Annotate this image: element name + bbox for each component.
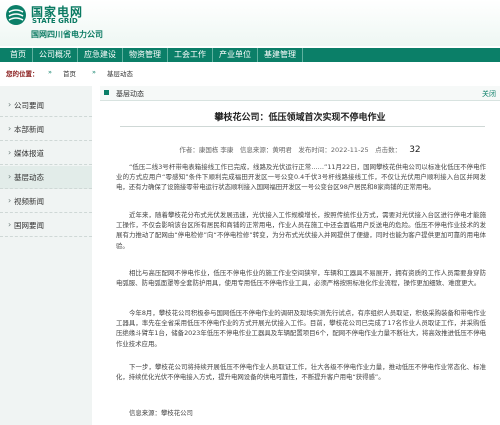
chevron-right-icon: › bbox=[8, 172, 12, 181]
close-link[interactable]: 关闭 bbox=[482, 89, 496, 99]
sidebar-item-label: 国网要闻 bbox=[14, 221, 44, 230]
sidebar-item-sgcc-news[interactable]: › 国网要闻 bbox=[0, 214, 92, 237]
view-count: 32 bbox=[409, 145, 421, 155]
article-paragraph: 相比与高压配网不停电作业，低压不停电作业的施工作业空间狭窄，车辆和工器具不易展开… bbox=[116, 269, 486, 288]
sidebar-item-label: 公司要闻 bbox=[14, 101, 44, 110]
article-paragraph: “低压二线3号杆带电表箱接线工作已完成，线路及光伏运行正常……”11月22日，国… bbox=[116, 163, 486, 192]
breadcrumb-home[interactable]: 首页 bbox=[63, 68, 76, 78]
nav-item-emergency[interactable]: 应急建设 bbox=[78, 48, 123, 62]
logo-english: STATE GRID bbox=[32, 17, 78, 25]
nav-item-materials[interactable]: 物资管理 bbox=[123, 48, 168, 62]
article-title: 攀枝花公司：低压领域首次实现不停电作业 bbox=[214, 113, 386, 123]
article-paragraph: 下一步，攀枝花公司将持续开展低压不停电作业人员取证工作，壮大各级不停电作业力量，… bbox=[116, 363, 486, 382]
category-title: 基层动态 bbox=[116, 90, 144, 98]
nav-item-union[interactable]: 工会工作 bbox=[168, 48, 213, 62]
chevron-right-icon: › bbox=[8, 124, 12, 133]
sidebar: › 公司要闻 › 本部新闻 › 媒体报道 › 基层动态 › 视频新闻 › 国网要… bbox=[0, 86, 92, 425]
site-name: 国网四川省电力公司 bbox=[31, 30, 103, 39]
nav-item-overview[interactable]: 公司概况 bbox=[33, 48, 78, 62]
breadcrumb: 您的位置： » 首页 » 基层动态 bbox=[0, 66, 500, 78]
article-source: 信息来源：攀枝花公司 bbox=[129, 409, 193, 417]
sidebar-item-media[interactable]: › 媒体报道 bbox=[0, 142, 92, 165]
breadcrumb-label: 您的位置： bbox=[6, 70, 39, 78]
chevron-right-icon: › bbox=[8, 196, 12, 205]
main-nav: 首页 公司概况 应急建设 物资管理 工会工作 产业单位 基建管理 bbox=[0, 48, 500, 62]
category-bar: 基层动态 关闭 bbox=[100, 86, 500, 101]
chevron-right-icon: › bbox=[8, 100, 12, 109]
sidebar-item-label: 媒体报道 bbox=[14, 149, 44, 158]
breadcrumb-separator-icon: » bbox=[92, 68, 96, 76]
article-panel: 基层动态 关闭 攀枝花公司：低压领域首次实现不停电作业 作者：康国栋 李康 信息… bbox=[100, 86, 500, 425]
article-paragraph: 近年来，随着攀枝花分布式光伏发展迅速，光伏接入工作规模增长，按照传统作业方式，需… bbox=[116, 211, 486, 250]
sidebar-item-hq-news[interactable]: › 本部新闻 bbox=[0, 118, 92, 141]
sidebar-item-label: 本部新闻 bbox=[14, 125, 44, 134]
sidebar-item-label: 视频新闻 bbox=[14, 197, 44, 206]
chevron-right-icon: › bbox=[8, 220, 12, 229]
sidebar-item-grassroots[interactable]: › 基层动态 bbox=[0, 166, 92, 189]
article-paragraph: 今年8月，攀枝花公司积极参与国网低压不停电作业的调研及现场实测先行试点，有序组织… bbox=[116, 309, 486, 348]
sidebar-item-video[interactable]: › 视频新闻 bbox=[0, 190, 92, 213]
chevron-right-icon: › bbox=[8, 148, 12, 157]
breadcrumb-category[interactable]: 基层动态 bbox=[107, 68, 133, 78]
sidebar-item-company-news[interactable]: › 公司要闻 bbox=[0, 94, 92, 117]
title-divider bbox=[120, 126, 485, 127]
breadcrumb-separator-icon: » bbox=[48, 68, 52, 76]
state-grid-logo-icon bbox=[6, 5, 26, 25]
nav-item-industry[interactable]: 产业单位 bbox=[213, 48, 258, 62]
nav-item-infrastructure[interactable]: 基建管理 bbox=[258, 48, 303, 62]
article-meta-text: 作者：康国栋 李康 信息来源：黄明君 发布时间：2022-11-25 点击数： bbox=[179, 146, 402, 154]
nav-item-home[interactable]: 首页 bbox=[0, 48, 33, 62]
article-meta: 作者：康国栋 李康 信息来源：黄明君 发布时间：2022-11-25 点击数： 3… bbox=[100, 144, 500, 155]
site-header: 国家电网 STATE GRID 国网四川省电力公司 bbox=[0, 0, 500, 46]
square-bullet-icon bbox=[104, 90, 109, 95]
sidebar-item-label: 基层动态 bbox=[14, 173, 44, 182]
